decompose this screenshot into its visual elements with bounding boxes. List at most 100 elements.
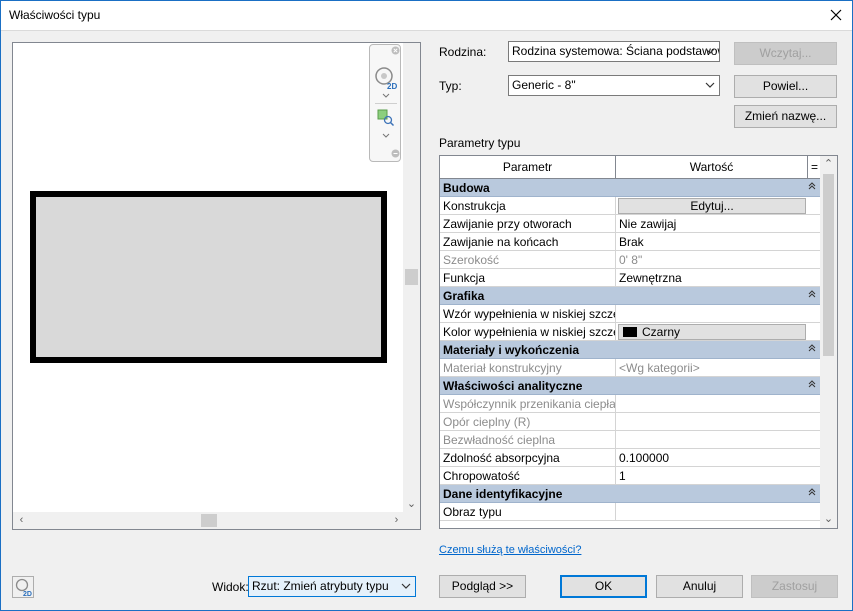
family-label: Rodzina: — [439, 45, 487, 59]
preview-button[interactable]: Podgląd >> — [439, 575, 526, 598]
table-row[interactable]: Zawijanie przy otworach Nie zawijaj — [440, 215, 821, 233]
table-header: Parametr Wartość = — [440, 156, 821, 179]
close-icon[interactable] — [825, 3, 847, 27]
parameter-name: Zdolność absorpcyjna — [440, 449, 616, 467]
view-label: Widok: — [212, 580, 249, 594]
steering-wheel-2d-icon[interactable]: 2D — [373, 65, 399, 91]
rename-button[interactable]: Zmień nazwę... — [734, 105, 837, 128]
table-row[interactable]: Bezwładność cieplna — [440, 431, 821, 449]
parameter-name: Wzór wypełnienia w niskiej szcze — [440, 305, 616, 323]
cancel-button[interactable]: Anuluj — [656, 575, 743, 598]
type-value: Generic - 8" — [512, 78, 576, 92]
apply-button[interactable]: Zastosuj — [751, 575, 838, 598]
parameter-name: Opór cieplny (R) — [440, 413, 616, 431]
parameter-value[interactable] — [616, 305, 821, 323]
column-header-value[interactable]: Wartość — [616, 156, 808, 178]
parameter-name: Współczynnik przenikania ciepła — [440, 395, 616, 413]
preview-panel[interactable]: 2D ⌄ ‹ › — [12, 42, 421, 530]
parameter-name: Konstrukcja — [440, 197, 616, 215]
family-select[interactable]: Rodzina systemowa: Ściana podstawowa — [508, 41, 720, 62]
parameter-value[interactable]: 1 — [616, 467, 821, 485]
group-header[interactable]: Dane identyfikacyjne — [440, 485, 821, 503]
scroll-up-arrow-icon[interactable]: ⌃ — [820, 156, 837, 173]
table-row[interactable]: Opór cieplny (R) — [440, 413, 821, 431]
table-body: Budowa Konstrukcja Edytuj... Zawijanie przy… — [440, 179, 821, 521]
duplicate-button[interactable]: Powiel... — [734, 75, 837, 98]
scroll-thumb[interactable] — [405, 269, 418, 285]
parameter-name: Funkcja — [440, 269, 616, 287]
wall-preview-shape — [30, 191, 387, 363]
group-header[interactable]: Materiały i wykończenia — [440, 341, 821, 359]
parameter-value — [616, 413, 821, 431]
table-row[interactable]: Kolor wypełnienia w niskiej szcze Czarny — [440, 323, 821, 341]
preview-horizontal-scrollbar[interactable]: ‹ › — [13, 512, 405, 529]
table-row[interactable]: Materiał konstrukcyjny <Wg kategorii> — [440, 359, 821, 377]
color-picker-button[interactable]: Czarny — [618, 324, 806, 340]
scroll-thumb[interactable] — [823, 174, 834, 356]
group-header[interactable]: Właściwości analityczne — [440, 377, 821, 395]
window-title: Właściwości typu — [9, 8, 101, 22]
minimize-icon[interactable] — [391, 149, 400, 158]
parameter-name: Zawijanie przy otworach — [440, 215, 616, 233]
scroll-down-arrow-icon[interactable]: ⌄ — [403, 496, 420, 513]
color-name: Czarny — [642, 325, 681, 339]
group-header[interactable]: Budowa — [440, 179, 821, 197]
collapse-icon[interactable] — [808, 485, 816, 503]
parameter-name: Obraz typu — [440, 503, 616, 521]
parameter-value — [616, 395, 821, 413]
parameter-name: Zawijanie na końcach — [440, 233, 616, 251]
parameter-name: Materiał konstrukcyjny — [440, 359, 616, 377]
scroll-down-arrow-icon[interactable]: ⌄ — [820, 511, 837, 528]
table-row[interactable]: Obraz typu — [440, 503, 821, 521]
view-select[interactable]: Rzut: Zmień atrybuty typu — [248, 576, 416, 597]
parameter-value[interactable]: Zewnętrzna — [616, 269, 821, 287]
group-label: Budowa — [443, 181, 490, 195]
table-row[interactable]: Zawijanie na końcach Brak — [440, 233, 821, 251]
group-label: Właściwości analityczne — [443, 379, 583, 393]
chevron-down-icon[interactable] — [382, 133, 390, 139]
parameter-value[interactable]: Brak — [616, 233, 821, 251]
group-label: Materiały i wykończenia — [443, 343, 580, 357]
edit-structure-button[interactable]: Edytuj... — [618, 198, 806, 214]
collapse-icon[interactable] — [808, 287, 816, 305]
parameter-name: Szerokość — [440, 251, 616, 269]
zoom-region-icon[interactable] — [377, 109, 395, 127]
parameter-value[interactable]: Edytuj... — [616, 197, 821, 215]
close-icon[interactable] — [391, 46, 400, 55]
table-vertical-scrollbar[interactable]: ⌃ ⌄ — [820, 156, 837, 528]
collapse-icon[interactable] — [808, 179, 816, 197]
group-header[interactable]: Grafika — [440, 287, 821, 305]
parameter-value[interactable]: Nie zawijaj — [616, 215, 821, 233]
help-link[interactable]: Czemu służą te właściwości? — [439, 544, 581, 556]
scroll-left-arrow-icon[interactable]: ‹ — [13, 512, 30, 529]
parameter-name: Kolor wypełnienia w niskiej szcze — [440, 323, 616, 341]
table-row[interactable]: Funkcja Zewnętrzna — [440, 269, 821, 287]
table-row[interactable]: Szerokość 0' 8" — [440, 251, 821, 269]
scroll-thumb[interactable] — [201, 514, 217, 527]
color-swatch — [623, 327, 637, 337]
column-header-parameter[interactable]: Parametr — [440, 156, 616, 178]
parameter-name: Chropowatość — [440, 467, 616, 485]
chevron-down-icon — [705, 82, 715, 88]
svg-text:2D: 2D — [23, 591, 32, 598]
load-button[interactable]: Wczytaj... — [734, 42, 837, 65]
steering-wheel-2d-icon[interactable]: 2D — [12, 576, 34, 598]
type-select[interactable]: Generic - 8" — [508, 75, 720, 96]
table-row[interactable]: Zdolność absorpcyjna 0.100000 — [440, 449, 821, 467]
collapse-icon[interactable] — [808, 341, 816, 359]
preview-vertical-scrollbar[interactable]: ⌄ — [403, 43, 420, 513]
type-parameters-table[interactable]: Parametr Wartość = Budowa Konstrukcja Edyt… — [439, 155, 838, 529]
chevron-down-icon[interactable] — [382, 93, 390, 99]
parameter-value[interactable]: Czarny — [616, 323, 821, 341]
table-row[interactable]: Współczynnik przenikania ciepła — [440, 395, 821, 413]
chevron-down-icon — [705, 48, 715, 54]
parameter-value[interactable]: 0.100000 — [616, 449, 821, 467]
collapse-icon[interactable] — [808, 377, 816, 395]
table-row[interactable]: Chropowatość 1 — [440, 467, 821, 485]
parameter-value[interactable] — [616, 503, 821, 521]
type-parameters-label: Parametry typu — [439, 136, 521, 150]
chevron-down-icon — [401, 583, 411, 589]
table-row[interactable]: Konstrukcja Edytuj... — [440, 197, 821, 215]
ok-button[interactable]: OK — [560, 575, 647, 598]
table-row[interactable]: Wzór wypełnienia w niskiej szcze — [440, 305, 821, 323]
